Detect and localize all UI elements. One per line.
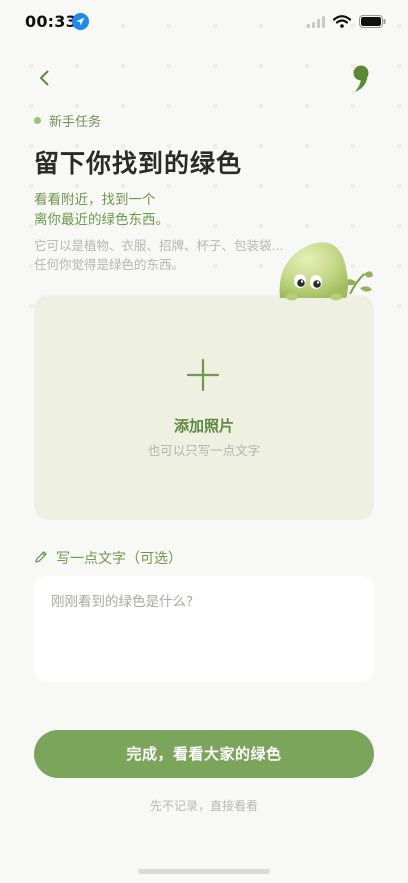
cellular-signal-icon — [307, 13, 325, 32]
battery-icon — [359, 13, 386, 32]
task-subtitle: 看看附近，找到一个 离你最近的绿色东西。 — [34, 190, 169, 230]
add-photo-hint: 也可以只写一点文字 — [147, 443, 261, 458]
green-blob-mascot-icon — [272, 238, 380, 304]
subtitle-line-1: 看看附近，找到一个 — [34, 192, 156, 208]
status-bar: 00:33 — [0, 0, 408, 44]
subtitle-line-2: 离你最近的绿色东西。 — [34, 212, 169, 228]
wifi-icon — [332, 13, 352, 32]
tag-dot — [34, 117, 41, 124]
note-placeholder: 刚刚看到的绿色是什么? — [51, 594, 194, 610]
note-textarea[interactable]: 刚刚看到的绿色是什么? — [34, 576, 374, 682]
skip-link[interactable]: 先不记录，直接看看 — [0, 797, 408, 814]
hint-line-2: 任何你觉得是绿色的东西。 — [34, 257, 185, 272]
back-button[interactable] — [34, 67, 56, 89]
finish-button[interactable]: 完成，看看大家的绿色 — [34, 730, 374, 778]
task-tag: 新手任务 — [34, 111, 101, 130]
add-photo-label: 添加照片 — [173, 417, 234, 435]
pencil-icon — [34, 549, 48, 568]
page-title: 留下你找到的绿色 — [34, 149, 243, 178]
add-photo-card[interactable] — [34, 295, 374, 520]
task-tag-label: 新手任务 — [49, 115, 102, 130]
location-arrow-icon — [72, 13, 89, 30]
home-indicator — [138, 869, 270, 874]
chevron-left-icon — [40, 70, 49, 86]
note-label: 写一点文字（可选） — [56, 551, 182, 567]
plus-icon — [186, 358, 220, 392]
status-icons — [307, 13, 386, 32]
task-hint: 它可以是植物、衣服、招牌、杯子、包装袋... 任何你觉得是绿色的东西。 — [34, 236, 283, 274]
status-time: 00:33 — [25, 12, 77, 31]
hint-line-1: 它可以是植物、衣服、招牌、杯子、包装袋... — [34, 238, 284, 253]
note-label-row: 写一点文字（可选） — [34, 548, 182, 568]
comma-logo-icon — [349, 64, 371, 94]
